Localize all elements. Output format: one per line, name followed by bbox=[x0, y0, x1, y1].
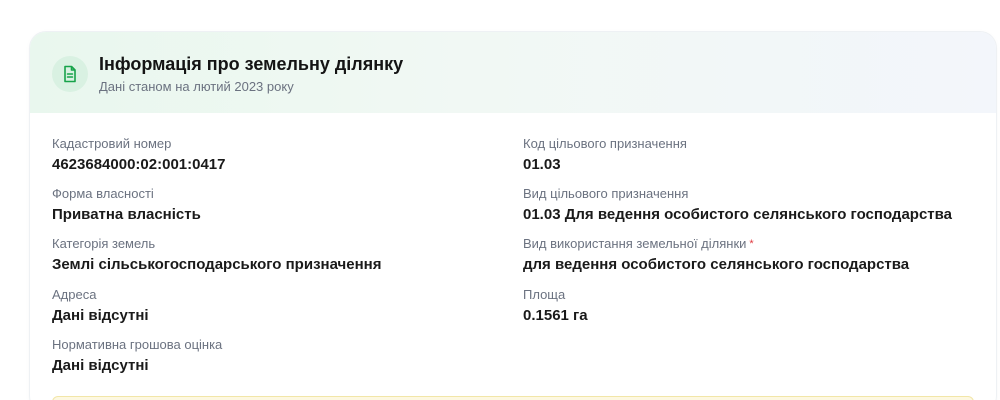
field-land-use-type: Вид використання земельної ділянки * для … bbox=[523, 236, 909, 274]
field-label: Форма власності bbox=[52, 186, 154, 201]
field-area: Площа 0.1561 га bbox=[523, 287, 588, 325]
field-land-category: Категорія земель Землі сільськогосподарс… bbox=[52, 236, 381, 274]
page: Інформація про земельну ділянку Дані ста… bbox=[0, 0, 1000, 400]
field-purpose-type: Вид цільового призначення 01.03 Для веде… bbox=[523, 186, 952, 224]
field-value: для ведення особистого селянського госпо… bbox=[523, 256, 910, 273]
field-label-text: Вид використання земельної ділянки bbox=[523, 236, 747, 251]
field-address: Адреса Дані відсутні bbox=[52, 287, 149, 325]
field-value: Дані відсутні bbox=[52, 307, 149, 324]
card-header: Інформація про земельну ділянку Дані ста… bbox=[30, 32, 996, 113]
field-label: Вид використання земельної ділянки * bbox=[523, 236, 909, 252]
field-ownership-form: Форма власності Приватна власність bbox=[52, 186, 201, 224]
field-cadastral-number: Кадастровий номер 4623684000:02:001:0417 bbox=[52, 136, 226, 174]
field-value: Приватна власність bbox=[52, 206, 201, 223]
document-icon bbox=[52, 56, 88, 92]
field-label: Адреса bbox=[52, 287, 97, 302]
field-value: 4623684000:02:001:0417 bbox=[52, 156, 226, 173]
field-label: Кадастровий номер bbox=[52, 136, 172, 151]
field-value: 01.03 Для ведення особистого селянського… bbox=[523, 206, 953, 223]
required-mark: * bbox=[749, 238, 754, 250]
field-label: Площа bbox=[523, 287, 566, 302]
field-label: Код цільового призначення bbox=[523, 136, 687, 151]
field-value: Землі сільськогосподарського призначення bbox=[52, 256, 382, 273]
notice-banner bbox=[52, 396, 974, 400]
field-label: Нормативна грошова оцінка bbox=[52, 337, 223, 352]
land-plot-info-card: Інформація про земельну ділянку Дані ста… bbox=[30, 32, 996, 400]
field-label: Категорія земель bbox=[52, 236, 156, 251]
data-date-subtitle: Дані станом на лютий 2023 року bbox=[99, 79, 294, 94]
page-title: Інформація про земельну ділянку bbox=[99, 54, 404, 74]
field-value: 0.1561 га bbox=[523, 307, 588, 324]
field-value: 01.03 bbox=[523, 156, 561, 173]
field-value: Дані відсутні bbox=[52, 357, 149, 374]
field-purpose-code: Код цільового призначення 01.03 bbox=[523, 136, 687, 174]
field-label: Вид цільового призначення bbox=[523, 186, 689, 201]
field-normative-valuation: Нормативна грошова оцінка Дані відсутні bbox=[52, 337, 222, 375]
